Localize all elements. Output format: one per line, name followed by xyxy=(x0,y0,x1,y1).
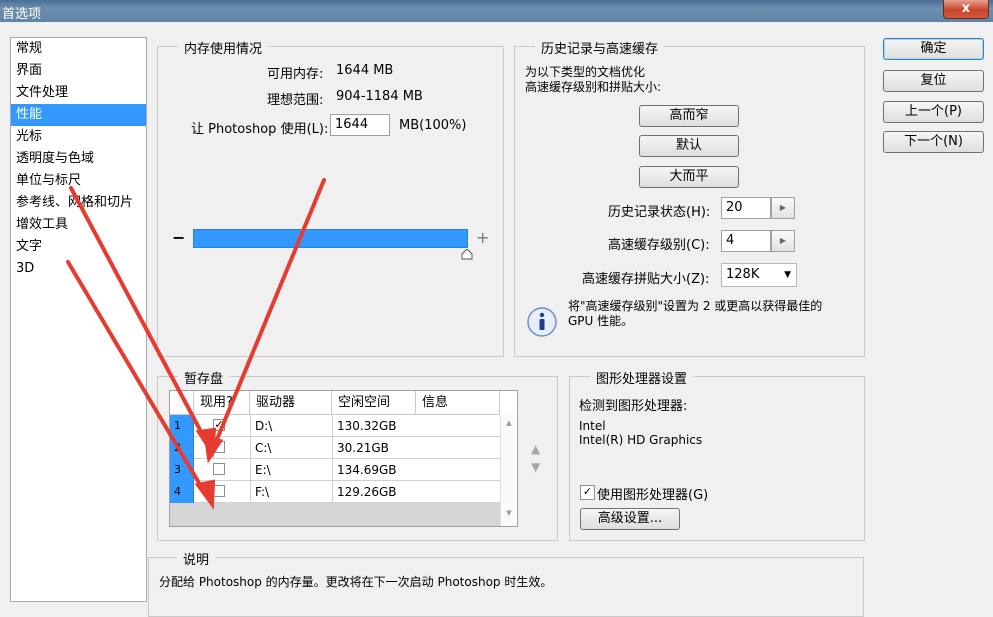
drive-cell: D:\ xyxy=(255,419,273,433)
scratch-disk-table: 现用? 驱动器 空闲空间 信息 1 ✓ D:\ 130.32GB 2 C:\ 3… xyxy=(169,390,518,527)
table-row[interactable]: 4 F:\ 129.26GB xyxy=(170,481,500,503)
memory-amount-input[interactable]: 1644 xyxy=(330,114,390,136)
move-down-icon[interactable]: ▼ xyxy=(531,460,540,474)
table-scrollbar[interactable]: ▲ ▼ xyxy=(500,415,517,526)
next-button[interactable]: 下一个(N) xyxy=(883,131,984,153)
ideal-range-label: 理想范围: xyxy=(267,93,324,108)
tile-size-select[interactable]: 128K ▼ xyxy=(721,263,797,287)
history-states-input[interactable]: 20 xyxy=(721,197,771,219)
history-states-label: 历史记录状态(H): xyxy=(608,205,711,220)
title-bar: 首选项 x xyxy=(0,0,993,22)
table-row[interactable]: 3 E:\ 134.69GB xyxy=(170,459,500,481)
scroll-up-icon[interactable]: ▲ xyxy=(501,419,517,427)
gpu-detected-label: 检测到图形处理器: xyxy=(579,399,688,414)
drive-cell: E:\ xyxy=(255,463,271,477)
col-header-info[interactable]: 信息 xyxy=(416,391,500,415)
gpu-model: Intel(R) HD Graphics xyxy=(579,433,703,447)
tile-size-value: 128K xyxy=(726,267,760,282)
advanced-settings-button[interactable]: 高级设置... xyxy=(580,508,680,530)
optimize-desc-line2: 高速缓存级别和拼贴大小: xyxy=(525,80,662,94)
category-cursors[interactable]: 光标 xyxy=(11,126,146,148)
category-file-handling[interactable]: 文件处理 xyxy=(11,82,146,104)
tile-size-label: 高速缓存拼贴大小(Z): xyxy=(582,272,710,287)
free-space-cell: 129.26GB xyxy=(337,485,397,499)
active-checkbox[interactable] xyxy=(213,441,225,453)
row-number: 4 xyxy=(170,481,194,503)
minus-icon[interactable]: − xyxy=(172,228,185,247)
use-gpu-checkbox[interactable]: ✓ xyxy=(580,485,595,500)
reset-button[interactable]: 复位 xyxy=(883,70,984,92)
plus-icon[interactable]: + xyxy=(476,228,489,247)
memory-slider-track[interactable] xyxy=(193,229,468,248)
category-interface[interactable]: 界面 xyxy=(11,60,146,82)
category-transparency-gamut[interactable]: 透明度与色域 xyxy=(11,148,146,170)
available-memory-label: 可用内存: xyxy=(267,67,324,82)
drive-cell: F:\ xyxy=(255,485,270,499)
scroll-down-icon[interactable]: ▼ xyxy=(501,509,517,517)
active-checkbox[interactable] xyxy=(213,463,225,475)
description-text: 分配给 Photoshop 的内存量。更改将在下一次启动 Photoshop 时… xyxy=(159,575,553,589)
category-plugins[interactable]: 增效工具 xyxy=(11,214,146,236)
scratch-group-title: 暂存盘 xyxy=(178,368,230,387)
description-group-title: 说明 xyxy=(177,549,216,568)
category-guides-grid-slices[interactable]: 参考线、网格和切片 xyxy=(11,192,146,214)
row-number: 3 xyxy=(170,459,194,481)
close-button[interactable]: x xyxy=(943,0,989,19)
col-header-free-space[interactable]: 空闲空间 xyxy=(332,391,416,415)
table-row[interactable]: 1 ✓ D:\ 130.32GB xyxy=(170,415,500,437)
free-space-cell: 134.69GB xyxy=(337,463,397,477)
memory-usage-group: 内存使用情况 xyxy=(157,38,504,357)
use-gpu-label[interactable]: 使用图形处理器(G) xyxy=(597,484,708,503)
tall-thin-button[interactable]: 高而窄 xyxy=(639,105,739,127)
col-header-drive[interactable]: 驱动器 xyxy=(250,391,332,415)
row-number: 2 xyxy=(170,437,194,459)
slider-thumb-icon[interactable] xyxy=(461,248,473,260)
default-preset-button[interactable]: 默认 xyxy=(639,135,739,157)
big-flat-button[interactable]: 大而平 xyxy=(639,166,739,188)
gpu-tip-line2: GPU 性能。 xyxy=(568,314,634,328)
ok-button[interactable]: 确定 xyxy=(883,38,984,60)
chevron-down-icon: ▼ xyxy=(784,270,791,280)
cache-levels-label: 高速缓存级别(C): xyxy=(608,238,710,253)
move-up-icon[interactable]: ▲ xyxy=(531,442,540,456)
previous-button[interactable]: 上一个(P) xyxy=(883,101,984,123)
active-checkbox[interactable] xyxy=(213,485,225,497)
free-space-cell: 130.32GB xyxy=(337,419,397,433)
let-photoshop-use-label: 让 Photoshop 使用(L): xyxy=(191,122,329,137)
gpu-vendor: Intel xyxy=(579,419,606,433)
drive-cell: C:\ xyxy=(255,441,272,455)
category-general[interactable]: 常规 xyxy=(11,38,146,60)
ideal-range-value: 904-1184 MB xyxy=(336,89,423,104)
category-units-rulers[interactable]: 单位与标尺 xyxy=(11,170,146,192)
category-performance[interactable]: 性能 xyxy=(11,104,146,126)
row-number: 1 xyxy=(170,415,194,437)
cache-levels-stepper[interactable]: ▶ xyxy=(771,230,795,252)
free-space-cell: 30.21GB xyxy=(337,441,389,455)
category-3d[interactable]: 3D xyxy=(11,258,146,280)
gpu-group-title: 图形处理器设置 xyxy=(590,368,694,387)
category-list: 常规 界面 文件处理 性能 光标 透明度与色域 单位与标尺 参考线、网格和切片 … xyxy=(10,37,147,602)
active-checkbox[interactable]: ✓ xyxy=(213,419,225,431)
cache-levels-input[interactable]: 4 xyxy=(721,230,771,252)
col-header-num xyxy=(170,391,194,415)
memory-group-title: 内存使用情况 xyxy=(178,38,269,57)
available-memory-value: 1644 MB xyxy=(336,63,394,78)
history-states-stepper[interactable]: ▶ xyxy=(771,197,795,219)
table-footer xyxy=(170,503,500,526)
col-header-active[interactable]: 现用? xyxy=(194,391,250,415)
window-title: 首选项 xyxy=(2,7,42,22)
category-type[interactable]: 文字 xyxy=(11,236,146,258)
info-icon xyxy=(526,306,558,341)
table-row[interactable]: 2 C:\ 30.21GB xyxy=(170,437,500,459)
memory-unit-label: MB(100%) xyxy=(399,118,467,133)
history-group-title: 历史记录与高速缓存 xyxy=(535,38,665,57)
